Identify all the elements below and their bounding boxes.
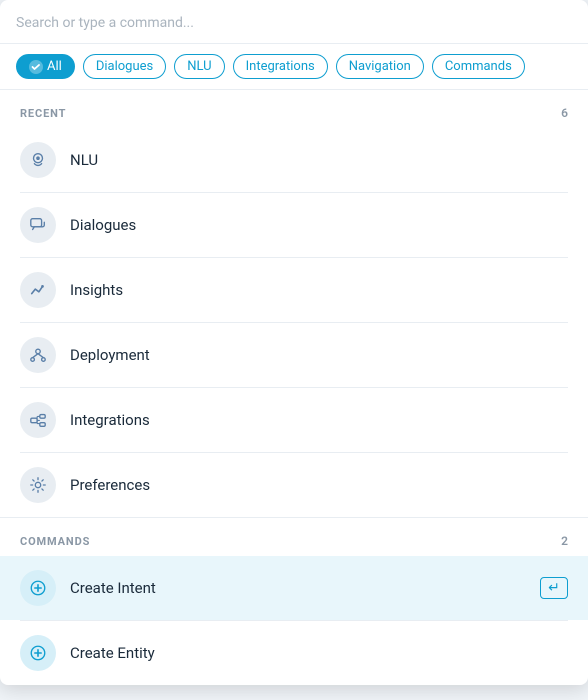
integrations-icon-circle	[20, 402, 56, 438]
preferences-icon-circle	[20, 467, 56, 503]
dialogues-icon	[29, 216, 47, 234]
filter-chip-integrations[interactable]: Integrations	[233, 54, 328, 79]
list-item-deployment[interactable]: Deployment	[0, 323, 588, 387]
deployment-label: Deployment	[70, 346, 568, 364]
commands-title: COMMANDS	[20, 535, 90, 548]
check-icon	[29, 60, 43, 74]
filter-all-label: All	[47, 59, 62, 74]
create-entity-icon	[29, 644, 47, 662]
nlu-label: NLU	[70, 151, 568, 169]
enter-key-symbol: ↵	[548, 580, 560, 596]
preferences-icon	[29, 476, 47, 494]
search-input[interactable]	[16, 15, 572, 31]
list-item-nlu[interactable]: NLU	[0, 128, 588, 192]
create-intent-icon-circle	[20, 570, 56, 606]
filter-chip-nlu[interactable]: NLU	[174, 54, 224, 79]
commands-section: COMMANDS 2 Create Intent ↵	[0, 517, 588, 685]
list-item-dialogues[interactable]: Dialogues	[0, 193, 588, 257]
filter-chip-commands[interactable]: Commands	[432, 54, 525, 79]
list-item-insights[interactable]: Insights	[0, 258, 588, 322]
create-entity-icon-circle	[20, 635, 56, 671]
deployment-icon	[29, 346, 47, 364]
search-bar	[0, 0, 588, 44]
filter-chip-navigation[interactable]: Navigation	[336, 54, 424, 79]
filter-navigation-label: Navigation	[349, 59, 411, 74]
integrations-icon	[29, 411, 47, 429]
dialogues-label: Dialogues	[70, 216, 568, 234]
list-item-integrations[interactable]: Integrations	[0, 388, 588, 452]
enter-key-badge: ↵	[540, 577, 568, 599]
preferences-label: Preferences	[70, 476, 568, 494]
list-item-create-entity[interactable]: Create Entity	[0, 621, 588, 685]
integrations-label: Integrations	[70, 411, 568, 429]
list-item-create-intent[interactable]: Create Intent ↵	[0, 556, 588, 620]
nlu-icon-circle	[20, 142, 56, 178]
command-palette: All Dialogues NLU Integrations Navigatio…	[0, 0, 588, 685]
create-intent-icon	[29, 579, 47, 597]
filter-commands-label: Commands	[445, 59, 512, 74]
filter-integrations-label: Integrations	[246, 59, 315, 74]
recent-header: RECENT 6	[0, 90, 588, 128]
recent-count: 6	[561, 106, 568, 120]
commands-header: COMMANDS 2	[0, 518, 588, 556]
filter-chip-all[interactable]: All	[16, 54, 75, 79]
insights-icon	[29, 281, 47, 299]
filter-chip-dialogues[interactable]: Dialogues	[83, 54, 166, 79]
filter-nlu-label: NLU	[187, 59, 211, 74]
insights-label: Insights	[70, 281, 568, 299]
nlu-icon	[29, 151, 47, 169]
insights-icon-circle	[20, 272, 56, 308]
deployment-icon-circle	[20, 337, 56, 373]
filter-dialogues-label: Dialogues	[96, 59, 153, 74]
commands-count: 2	[561, 534, 568, 548]
create-entity-label: Create Entity	[70, 644, 568, 662]
dialogues-icon-circle	[20, 207, 56, 243]
create-intent-label: Create Intent	[70, 579, 526, 597]
filter-row: All Dialogues NLU Integrations Navigatio…	[0, 44, 588, 90]
recent-title: RECENT	[20, 107, 66, 120]
list-item-preferences[interactable]: Preferences	[0, 453, 588, 517]
